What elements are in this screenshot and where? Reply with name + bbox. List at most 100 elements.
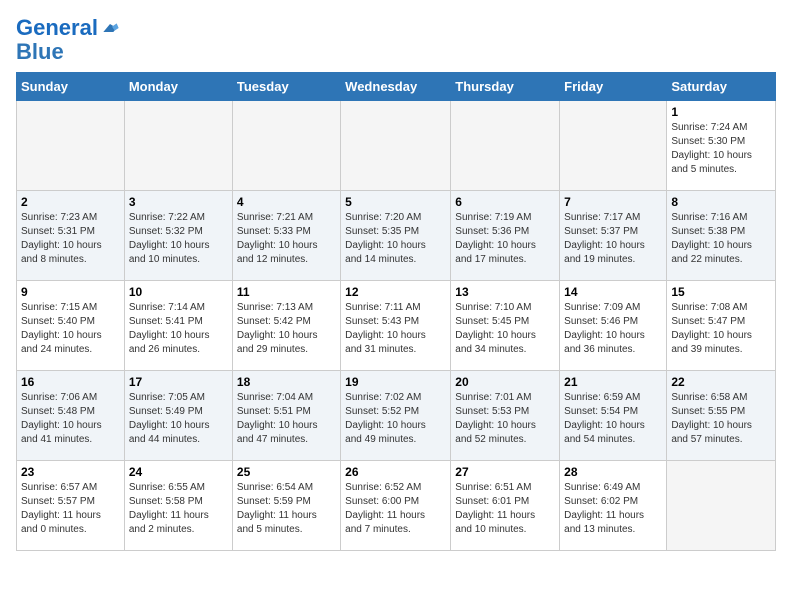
day-info: Sunrise: 7:20 AM Sunset: 5:35 PM Dayligh… — [345, 211, 446, 267]
day-of-week-header: Wednesday — [341, 73, 451, 101]
day-number: 19 — [345, 375, 446, 389]
calendar-day-cell — [667, 461, 776, 551]
calendar-day-cell: 25 Sunrise: 6:54 AM Sunset: 5:59 PM Dayli… — [232, 461, 340, 551]
day-number: 28 — [564, 465, 662, 479]
calendar-day-cell: 21 Sunrise: 6:59 AM Sunset: 5:54 PM Dayli… — [560, 371, 667, 461]
day-number: 13 — [455, 285, 555, 299]
day-number: 15 — [671, 285, 771, 299]
day-number: 26 — [345, 465, 446, 479]
logo-text-blue: Blue — [16, 40, 64, 64]
day-info: Sunrise: 7:19 AM Sunset: 5:36 PM Dayligh… — [455, 211, 555, 267]
calendar-day-cell: 18 Sunrise: 7:04 AM Sunset: 5:51 PM Dayli… — [232, 371, 340, 461]
day-number: 16 — [21, 375, 120, 389]
calendar-day-cell: 16 Sunrise: 7:06 AM Sunset: 5:48 PM Dayli… — [17, 371, 125, 461]
day-number: 7 — [564, 195, 662, 209]
day-info: Sunrise: 6:58 AM Sunset: 5:55 PM Dayligh… — [671, 391, 771, 447]
day-info: Sunrise: 7:15 AM Sunset: 5:40 PM Dayligh… — [21, 301, 120, 357]
day-info: Sunrise: 7:01 AM Sunset: 5:53 PM Dayligh… — [455, 391, 555, 447]
day-number: 2 — [21, 195, 120, 209]
calendar-day-cell: 6 Sunrise: 7:19 AM Sunset: 5:36 PM Daylig… — [451, 191, 560, 281]
day-number: 22 — [671, 375, 771, 389]
day-number: 21 — [564, 375, 662, 389]
calendar-day-cell: 1 Sunrise: 7:24 AM Sunset: 5:30 PM Daylig… — [667, 101, 776, 191]
day-info: Sunrise: 6:59 AM Sunset: 5:54 PM Dayligh… — [564, 391, 662, 447]
day-info: Sunrise: 7:05 AM Sunset: 5:49 PM Dayligh… — [129, 391, 228, 447]
day-info: Sunrise: 7:23 AM Sunset: 5:31 PM Dayligh… — [21, 211, 120, 267]
day-number: 10 — [129, 285, 228, 299]
calendar-header-row: SundayMondayTuesdayWednesdayThursdayFrid… — [17, 73, 776, 101]
calendar-day-cell: 12 Sunrise: 7:11 AM Sunset: 5:43 PM Dayli… — [341, 281, 451, 371]
day-info: Sunrise: 7:11 AM Sunset: 5:43 PM Dayligh… — [345, 301, 446, 357]
calendar-day-cell: 4 Sunrise: 7:21 AM Sunset: 5:33 PM Daylig… — [232, 191, 340, 281]
day-number: 14 — [564, 285, 662, 299]
calendar-day-cell: 7 Sunrise: 7:17 AM Sunset: 5:37 PM Daylig… — [560, 191, 667, 281]
day-of-week-header: Sunday — [17, 73, 125, 101]
day-number: 20 — [455, 375, 555, 389]
calendar-day-cell: 2 Sunrise: 7:23 AM Sunset: 5:31 PM Daylig… — [17, 191, 125, 281]
day-number: 5 — [345, 195, 446, 209]
day-of-week-header: Saturday — [667, 73, 776, 101]
page-header: General Blue — [16, 16, 776, 64]
day-info: Sunrise: 7:06 AM Sunset: 5:48 PM Dayligh… — [21, 391, 120, 447]
calendar-week-row: 9 Sunrise: 7:15 AM Sunset: 5:40 PM Daylig… — [17, 281, 776, 371]
day-info: Sunrise: 7:02 AM Sunset: 5:52 PM Dayligh… — [345, 391, 446, 447]
day-info: Sunrise: 7:04 AM Sunset: 5:51 PM Dayligh… — [237, 391, 336, 447]
day-number: 12 — [345, 285, 446, 299]
day-number: 25 — [237, 465, 336, 479]
day-number: 17 — [129, 375, 228, 389]
calendar-day-cell — [451, 101, 560, 191]
day-number: 24 — [129, 465, 228, 479]
calendar-day-cell: 3 Sunrise: 7:22 AM Sunset: 5:32 PM Daylig… — [124, 191, 232, 281]
calendar-day-cell: 13 Sunrise: 7:10 AM Sunset: 5:45 PM Dayli… — [451, 281, 560, 371]
calendar-day-cell: 8 Sunrise: 7:16 AM Sunset: 5:38 PM Daylig… — [667, 191, 776, 281]
calendar-day-cell: 27 Sunrise: 6:51 AM Sunset: 6:01 PM Dayli… — [451, 461, 560, 551]
calendar-day-cell: 9 Sunrise: 7:15 AM Sunset: 5:40 PM Daylig… — [17, 281, 125, 371]
day-number: 11 — [237, 285, 336, 299]
calendar-week-row: 23 Sunrise: 6:57 AM Sunset: 5:57 PM Dayli… — [17, 461, 776, 551]
calendar-day-cell: 19 Sunrise: 7:02 AM Sunset: 5:52 PM Dayli… — [341, 371, 451, 461]
day-info: Sunrise: 7:22 AM Sunset: 5:32 PM Dayligh… — [129, 211, 228, 267]
day-info: Sunrise: 7:16 AM Sunset: 5:38 PM Dayligh… — [671, 211, 771, 267]
day-number: 27 — [455, 465, 555, 479]
day-of-week-header: Thursday — [451, 73, 560, 101]
calendar-day-cell: 20 Sunrise: 7:01 AM Sunset: 5:53 PM Dayli… — [451, 371, 560, 461]
day-info: Sunrise: 6:52 AM Sunset: 6:00 PM Dayligh… — [345, 481, 446, 537]
day-info: Sunrise: 7:17 AM Sunset: 5:37 PM Dayligh… — [564, 211, 662, 267]
day-number: 18 — [237, 375, 336, 389]
day-info: Sunrise: 6:55 AM Sunset: 5:58 PM Dayligh… — [129, 481, 228, 537]
day-info: Sunrise: 6:49 AM Sunset: 6:02 PM Dayligh… — [564, 481, 662, 537]
day-info: Sunrise: 7:10 AM Sunset: 5:45 PM Dayligh… — [455, 301, 555, 357]
calendar-day-cell: 23 Sunrise: 6:57 AM Sunset: 5:57 PM Dayli… — [17, 461, 125, 551]
day-of-week-header: Tuesday — [232, 73, 340, 101]
calendar-day-cell — [560, 101, 667, 191]
calendar-day-cell — [341, 101, 451, 191]
day-info: Sunrise: 7:24 AM Sunset: 5:30 PM Dayligh… — [671, 121, 771, 177]
day-number: 4 — [237, 195, 336, 209]
day-info: Sunrise: 6:51 AM Sunset: 6:01 PM Dayligh… — [455, 481, 555, 537]
calendar-day-cell: 26 Sunrise: 6:52 AM Sunset: 6:00 PM Dayli… — [341, 461, 451, 551]
calendar-day-cell: 15Sunrise: 7:08 AM Sunset: 5:47 PM Dayli… — [667, 281, 776, 371]
calendar-day-cell: 28 Sunrise: 6:49 AM Sunset: 6:02 PM Dayli… — [560, 461, 667, 551]
day-info: Sunrise: 6:54 AM Sunset: 5:59 PM Dayligh… — [237, 481, 336, 537]
day-number: 1 — [671, 105, 771, 119]
logo-text: General — [16, 16, 98, 40]
calendar-week-row: 1 Sunrise: 7:24 AM Sunset: 5:30 PM Daylig… — [17, 101, 776, 191]
calendar-day-cell: 24 Sunrise: 6:55 AM Sunset: 5:58 PM Dayli… — [124, 461, 232, 551]
logo: General Blue — [16, 16, 120, 64]
day-info: Sunrise: 7:13 AM Sunset: 5:42 PM Dayligh… — [237, 301, 336, 357]
day-of-week-header: Monday — [124, 73, 232, 101]
day-info: Sunrise: 7:09 AM Sunset: 5:46 PM Dayligh… — [564, 301, 662, 357]
calendar-day-cell: 10 Sunrise: 7:14 AM Sunset: 5:41 PM Dayli… — [124, 281, 232, 371]
day-number: 9 — [21, 285, 120, 299]
day-info: Sunrise: 7:14 AM Sunset: 5:41 PM Dayligh… — [129, 301, 228, 357]
day-number: 23 — [21, 465, 120, 479]
day-number: 6 — [455, 195, 555, 209]
day-info: Sunrise: 7:21 AM Sunset: 5:33 PM Dayligh… — [237, 211, 336, 267]
day-info: Sunrise: 6:57 AM Sunset: 5:57 PM Dayligh… — [21, 481, 120, 537]
day-number: 3 — [129, 195, 228, 209]
calendar-day-cell — [232, 101, 340, 191]
calendar-day-cell — [17, 101, 125, 191]
logo-icon — [100, 18, 120, 38]
day-number: 8 — [671, 195, 771, 209]
calendar-day-cell — [124, 101, 232, 191]
